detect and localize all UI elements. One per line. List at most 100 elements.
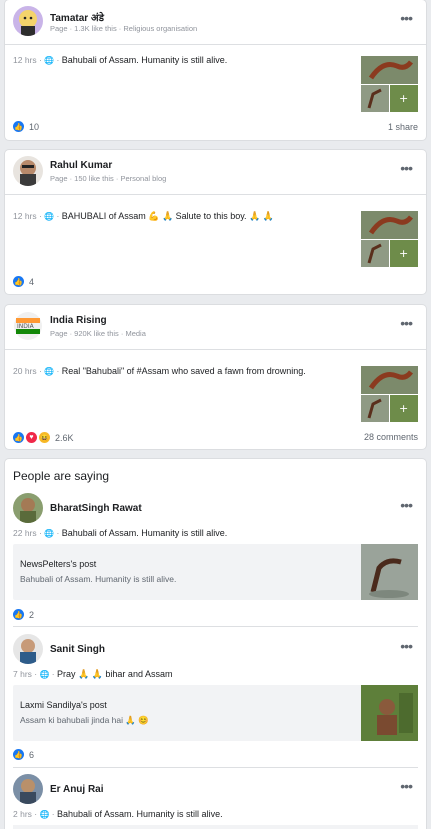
- svg-text:INDIA: INDIA: [17, 323, 35, 330]
- shared-post-title: Laxmi Sandilya's post: [20, 700, 107, 710]
- like-icon: 👍: [13, 432, 24, 443]
- shared-post-preview[interactable]: NewsPelters's post Bahubali of Assam. Hu…: [13, 544, 418, 600]
- separator: ·: [54, 528, 62, 538]
- reaction-count[interactable]: 2.6K: [55, 433, 74, 443]
- comment-text: Pray 🙏 🙏 bihar and Assam: [57, 669, 173, 679]
- love-icon: ♥: [26, 432, 37, 443]
- separator: ·: [49, 669, 57, 679]
- user-name[interactable]: Sanit Singh: [50, 644, 105, 655]
- divider: [5, 349, 426, 350]
- shared-post-image: [361, 685, 418, 741]
- more-options-icon[interactable]: •••: [400, 638, 413, 654]
- globe-icon: 🌐: [44, 212, 55, 221]
- post-time[interactable]: 12 hrs: [13, 55, 37, 65]
- post-text-line: 20 hrs · 🌐 · Real "Bahubali" of #Assam w…: [13, 366, 306, 376]
- page-meta: Page · 150 like this · Personal blog: [50, 174, 167, 183]
- page-meta: Page · 920K like this · Media: [50, 329, 146, 338]
- more-options-icon[interactable]: •••: [400, 497, 413, 513]
- comment-count[interactable]: 28 comments: [364, 432, 418, 442]
- avatar[interactable]: [13, 493, 43, 523]
- reaction-bar[interactable]: 👍 10: [13, 121, 39, 132]
- separator: ·: [54, 366, 62, 376]
- post-header: Tamatar अंडे Page · 1.3K like this · Rel…: [13, 6, 418, 40]
- like-icon: 👍: [13, 121, 24, 132]
- page-meta: Page · 1.3K like this · Religious organi…: [50, 24, 198, 33]
- post-card: Tamatar अंडे Page · 1.3K like this · Rel…: [5, 0, 426, 140]
- page-name[interactable]: Rahul Kumar: [50, 160, 112, 171]
- reaction-bar[interactable]: 👍 6: [13, 749, 34, 760]
- more-options-icon[interactable]: •••: [400, 315, 413, 331]
- people-saying-card: People are saying BharatSingh Rawat ••• …: [5, 459, 426, 829]
- shared-post-body: Bahubali of Assam. Humanity is still ali…: [20, 574, 177, 584]
- svg-text:+: +: [399, 92, 408, 105]
- separator: ·: [54, 211, 62, 221]
- globe-icon: 🌐: [44, 529, 55, 538]
- divider: [5, 194, 426, 195]
- avatar[interactable]: [13, 6, 43, 36]
- comment-text-line: 2 hrs · 🌐 · Bahubali of Assam. Humanity …: [13, 809, 223, 819]
- section-title: People are saying: [13, 469, 110, 483]
- globe-icon: 🌐: [44, 367, 55, 376]
- page-name[interactable]: Tamatar अंडे: [50, 10, 104, 24]
- page-name[interactable]: India Rising: [50, 315, 107, 326]
- post-text-line: 12 hrs · 🌐 · Bahubali of Assam. Humanity…: [13, 55, 227, 65]
- svg-text:+: +: [399, 247, 408, 260]
- comment-text: Bahubali of Assam. Humanity is still ali…: [61, 528, 228, 538]
- comment-time[interactable]: 7 hrs: [13, 669, 32, 679]
- more-options-icon[interactable]: •••: [400, 160, 413, 176]
- more-options-icon[interactable]: •••: [400, 778, 413, 794]
- post-text: BAHUBALI of Assam 💪 🙏 Salute to this boy…: [61, 211, 274, 221]
- user-name[interactable]: Er Anuj Rai: [50, 784, 104, 795]
- like-icon: 👍: [13, 749, 24, 760]
- share-count[interactable]: 1 share: [388, 122, 418, 132]
- avatar[interactable]: [13, 156, 43, 186]
- shared-post-preview[interactable]: Laxmi Sandilya's post Assam ki bahubali …: [13, 685, 418, 741]
- post-card: INDIA India Rising Page · 920K like this…: [5, 305, 426, 449]
- divider: [13, 626, 418, 627]
- comment-header: Sanit Singh •••: [13, 634, 418, 668]
- post-card: Rahul Kumar Page · 150 like this · Perso…: [5, 150, 426, 294]
- shared-post-title: NewsPelters's post: [20, 559, 97, 569]
- globe-icon: 🌐: [44, 56, 55, 65]
- comment-header: BharatSingh Rawat •••: [13, 493, 418, 527]
- comment-text-line: 7 hrs · 🌐 · Pray 🙏 🙏 bihar and Assam: [13, 669, 172, 680]
- comment-text: Bahubali of Assam. Humanity is still ali…: [57, 809, 223, 819]
- comment-time[interactable]: 2 hrs: [13, 809, 32, 819]
- shared-post-body: Assam ki bahubali jinda hai 🙏 😊: [20, 715, 149, 725]
- reaction-bar[interactable]: 👍 4: [13, 276, 34, 287]
- avatar[interactable]: [13, 774, 43, 804]
- svg-text:+: +: [399, 402, 408, 415]
- post-image-grid[interactable]: +: [361, 56, 418, 112]
- reaction-count[interactable]: 10: [29, 122, 39, 132]
- post-time[interactable]: 12 hrs: [13, 211, 37, 221]
- post-text: Bahubali of Assam. Humanity is still ali…: [61, 55, 228, 65]
- more-options-icon[interactable]: •••: [400, 10, 413, 26]
- reaction-bar[interactable]: 👍 2: [13, 609, 34, 620]
- globe-icon: 🌐: [39, 670, 50, 679]
- comment-text-line: 22 hrs · 🌐 · Bahubali of Assam. Humanity…: [13, 528, 227, 538]
- reaction-count[interactable]: 6: [29, 750, 34, 760]
- user-name[interactable]: BharatSingh Rawat: [50, 503, 142, 514]
- reaction-count[interactable]: 2: [29, 610, 34, 620]
- haha-icon: 😆: [39, 432, 50, 443]
- avatar[interactable]: INDIA: [13, 311, 43, 341]
- reaction-count[interactable]: 4: [29, 277, 34, 287]
- divider: [13, 767, 418, 768]
- divider: [5, 44, 426, 45]
- post-header: INDIA India Rising Page · 920K like this…: [13, 311, 418, 345]
- shared-post-preview-partial[interactable]: [13, 825, 418, 829]
- globe-icon: 🌐: [39, 810, 50, 819]
- comment-time[interactable]: 22 hrs: [13, 528, 37, 538]
- avatar[interactable]: [13, 634, 43, 664]
- reaction-bar[interactable]: 👍 ♥ 😆 2.6K: [13, 432, 74, 443]
- shared-post-image: [361, 544, 418, 600]
- post-time[interactable]: 20 hrs: [13, 366, 37, 376]
- separator: ·: [49, 809, 57, 819]
- like-icon: 👍: [13, 276, 24, 287]
- post-image-grid[interactable]: +: [361, 366, 418, 422]
- separator: ·: [54, 55, 62, 65]
- post-image-grid[interactable]: +: [361, 211, 418, 267]
- post-text: Real "Bahubali" of #Assam who saved a fa…: [61, 366, 306, 376]
- like-icon: 👍: [13, 609, 24, 620]
- post-header: Rahul Kumar Page · 150 like this · Perso…: [13, 156, 418, 190]
